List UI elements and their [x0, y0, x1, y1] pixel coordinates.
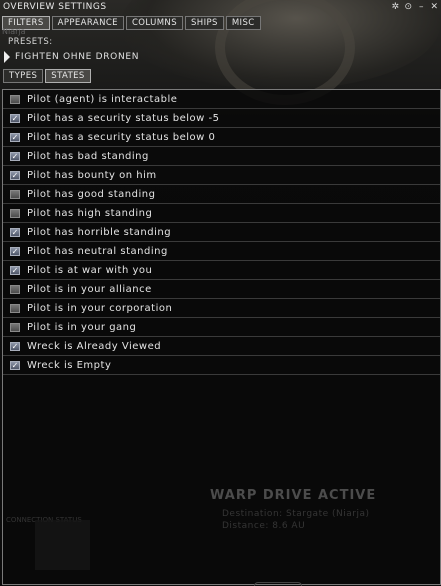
- state-filter-label: Pilot has neutral standing: [27, 245, 168, 257]
- state-filter-row[interactable]: Pilot is in your gang: [3, 318, 440, 337]
- checked-checkbox[interactable]: ✓: [10, 265, 20, 275]
- state-filter-row[interactable]: ✓ Wreck is Empty: [3, 356, 440, 375]
- background-hud-arc: [254, 582, 302, 586]
- tab-columns[interactable]: COLUMNS: [125, 16, 183, 30]
- tab-ships[interactable]: SHIPS: [184, 16, 224, 30]
- state-filter-row[interactable]: ✓ Pilot has bounty on him: [3, 166, 440, 185]
- state-filter-label: Pilot has bad standing: [27, 150, 149, 162]
- unchecked-checkbox[interactable]: [10, 303, 20, 313]
- background-system-label: Niarja: [2, 27, 26, 36]
- checked-checkbox[interactable]: ✓: [10, 170, 20, 180]
- state-filter-row[interactable]: ✓ Pilot has a security status below 0: [3, 128, 440, 147]
- state-filter-label: Pilot has horrible standing: [27, 226, 172, 238]
- background-warp-text: WARP DRIVE ACTIVE: [210, 488, 377, 503]
- title-bar[interactable]: OVERVIEW SETTINGS ✲ ⊙ – ✕: [0, 0, 441, 14]
- tab-misc[interactable]: MISC: [225, 16, 261, 30]
- state-filter-label: Wreck is Empty: [27, 359, 112, 371]
- minimize-icon[interactable]: –: [415, 1, 428, 14]
- unchecked-checkbox[interactable]: [10, 284, 20, 294]
- preset-name: FIGHTEN OHNE DRONEN: [15, 52, 140, 62]
- checked-checkbox[interactable]: ✓: [10, 113, 20, 123]
- expand-triangle-icon[interactable]: [4, 51, 10, 63]
- state-filter-row[interactable]: ✓ Pilot has neutral standing: [3, 242, 440, 261]
- checked-checkbox[interactable]: ✓: [10, 227, 20, 237]
- state-filter-row[interactable]: ✓ Pilot has bad standing: [3, 147, 440, 166]
- checked-checkbox[interactable]: ✓: [10, 151, 20, 161]
- sub-tabs: TYPES STATES: [3, 69, 91, 83]
- state-filter-label: Wreck is Already Viewed: [27, 340, 162, 352]
- unchecked-checkbox[interactable]: [10, 189, 20, 199]
- tab-types[interactable]: TYPES: [3, 69, 44, 83]
- state-filter-row[interactable]: Pilot is in your alliance: [3, 280, 440, 299]
- preset-item[interactable]: FIGHTEN OHNE DRONEN: [4, 51, 139, 63]
- state-filter-row[interactable]: Pilot has good standing: [3, 185, 440, 204]
- state-filter-row[interactable]: ✓ Pilot has horrible standing: [3, 223, 440, 242]
- state-filter-label: Pilot has a security status below 0: [27, 131, 216, 143]
- background-panel: [35, 520, 90, 570]
- state-filter-label: Pilot is in your alliance: [27, 283, 152, 295]
- state-filter-row[interactable]: ✓ Wreck is Already Viewed: [3, 337, 440, 356]
- overview-settings-window: OVERVIEW SETTINGS ✲ ⊙ – ✕ FILTERS APPEAR…: [0, 0, 441, 586]
- close-icon[interactable]: ✕: [428, 1, 441, 14]
- state-filter-label: Pilot is in your corporation: [27, 302, 173, 314]
- state-filter-row[interactable]: ✓ Pilot is at war with you: [3, 261, 440, 280]
- state-filter-label: Pilot is in your gang: [27, 321, 137, 333]
- checked-checkbox[interactable]: ✓: [10, 246, 20, 256]
- state-filter-label: Pilot is at war with you: [27, 264, 153, 276]
- state-filter-row[interactable]: ✓ Pilot has a security status below -5: [3, 109, 440, 128]
- checked-checkbox[interactable]: ✓: [10, 132, 20, 142]
- target-icon[interactable]: ⊙: [402, 1, 415, 14]
- unchecked-checkbox[interactable]: [10, 94, 20, 104]
- window-title: OVERVIEW SETTINGS: [3, 2, 107, 12]
- checked-checkbox[interactable]: ✓: [10, 360, 20, 370]
- tab-appearance[interactable]: APPEARANCE: [51, 16, 124, 30]
- state-filter-label: Pilot has high standing: [27, 207, 153, 219]
- checked-checkbox[interactable]: ✓: [10, 341, 20, 351]
- state-filter-label: Pilot has bounty on him: [27, 169, 157, 181]
- settings-icon[interactable]: ✲: [389, 1, 402, 14]
- state-filter-label: Pilot has a security status below -5: [27, 112, 220, 124]
- unchecked-checkbox[interactable]: [10, 322, 20, 332]
- presets-label: PRESETS:: [8, 37, 53, 47]
- tab-states[interactable]: STATES: [45, 69, 91, 83]
- state-filter-label: Pilot has good standing: [27, 188, 156, 200]
- background-warp-details: Destination: Stargate (Niarja) Distance:…: [222, 509, 370, 531]
- state-filter-label: Pilot (agent) is interactable: [27, 93, 178, 105]
- main-tabs: FILTERS APPEARANCE COLUMNS SHIPS MISC: [2, 16, 261, 30]
- unchecked-checkbox[interactable]: [10, 208, 20, 218]
- state-filter-row[interactable]: Pilot (agent) is interactable: [3, 90, 440, 109]
- state-filter-row[interactable]: Pilot has high standing: [3, 204, 440, 223]
- state-filter-row[interactable]: Pilot is in your corporation: [3, 299, 440, 318]
